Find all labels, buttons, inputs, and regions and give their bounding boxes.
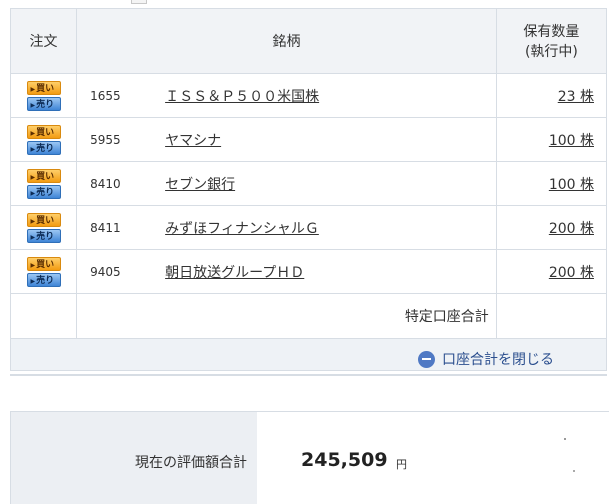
close-account-total-button[interactable]: 口座合計を閉じる bbox=[418, 349, 554, 369]
name-cell: 8410 セブン銀行 bbox=[76, 161, 497, 206]
scroll-tab bbox=[131, 0, 147, 4]
qty-cell: 100 株 bbox=[495, 161, 608, 206]
account-total-label: 特定口座合計 bbox=[76, 293, 497, 339]
header-order: 注文 bbox=[9, 8, 78, 74]
arrow-right-icon: ▶ bbox=[30, 145, 36, 153]
qty-cell: 100 株 bbox=[495, 117, 608, 162]
stock-name-link[interactable]: ＩＳＳ＆Ｐ５００米国株 bbox=[165, 86, 319, 106]
valuation-value: 245,509 bbox=[301, 449, 388, 471]
sell-label: 売り bbox=[36, 99, 55, 110]
arrow-right-icon: ▶ bbox=[30, 85, 36, 93]
buy-button[interactable]: ▶買い bbox=[26, 124, 61, 139]
arrow-right-icon: ▶ bbox=[30, 129, 36, 137]
name-cell: 9405 朝日放送グループＨＤ bbox=[76, 249, 497, 294]
arrow-right-icon: ▶ bbox=[30, 261, 36, 269]
header-name: 銘柄 bbox=[76, 8, 497, 74]
decorative-dot bbox=[573, 470, 575, 472]
qty-link[interactable]: 100 株 bbox=[549, 177, 594, 193]
buy-button[interactable]: ▶買い bbox=[26, 80, 61, 95]
arrow-right-icon: ▶ bbox=[30, 173, 36, 181]
name-cell: 1655 ＩＳＳ＆Ｐ５００米国株 bbox=[76, 73, 497, 118]
account-total-row: 特定口座合計 bbox=[9, 293, 608, 339]
arrow-right-icon: ▶ bbox=[30, 189, 36, 197]
stock-name-link[interactable]: セブン銀行 bbox=[165, 174, 235, 194]
qty-link[interactable]: 23 株 bbox=[558, 89, 594, 105]
order-cell: ▶買い ▶売り bbox=[9, 117, 78, 162]
top-edge bbox=[0, 0, 609, 8]
total-empty-cell bbox=[9, 293, 78, 339]
sell-button[interactable]: ▶売り bbox=[26, 272, 61, 287]
table-row: ▶買い ▶売り 8410 セブン銀行 100 株 bbox=[9, 161, 608, 206]
sell-button[interactable]: ▶売り bbox=[26, 184, 61, 199]
header-qty: 保有数量 (執行中) bbox=[495, 8, 608, 74]
qty-cell: 200 株 bbox=[495, 249, 608, 294]
decorative-dot bbox=[564, 438, 566, 440]
valuation-unit: 円 bbox=[396, 458, 407, 471]
summary-label-cell: 現在の評価額合計 bbox=[11, 412, 257, 504]
valuation-label: 現在の評価額合計 bbox=[135, 455, 247, 471]
arrow-right-icon: ▶ bbox=[30, 233, 36, 241]
table-row: ▶買い ▶売り 1655 ＩＳＳ＆Ｐ５００米国株 23 株 bbox=[9, 73, 608, 118]
stock-code: 9405 bbox=[90, 264, 121, 279]
valuation-summary: 現在の評価額合計 245,509 円 bbox=[10, 411, 609, 504]
order-cell: ▶買い ▶売り bbox=[9, 161, 78, 206]
stock-name-link[interactable]: 朝日放送グループＨＤ bbox=[165, 262, 304, 282]
name-cell: 5955 ヤマシナ bbox=[76, 117, 497, 162]
arrow-right-icon: ▶ bbox=[30, 277, 36, 285]
order-cell: ▶買い ▶売り bbox=[9, 73, 78, 118]
sell-button[interactable]: ▶売り bbox=[26, 140, 61, 155]
total-qty-cell bbox=[495, 293, 608, 339]
qty-link[interactable]: 200 株 bbox=[549, 221, 594, 237]
qty-link[interactable]: 100 株 bbox=[549, 133, 594, 149]
arrow-right-icon: ▶ bbox=[30, 101, 36, 109]
table-row: ▶買い ▶売り 5955 ヤマシナ 100 株 bbox=[9, 117, 608, 162]
close-account-total-label: 口座合計を閉じる bbox=[442, 352, 554, 368]
divider bbox=[10, 374, 607, 376]
header-qty-sub: (執行中) bbox=[524, 44, 578, 60]
qty-cell: 200 株 bbox=[495, 205, 608, 250]
buy-label: 買い bbox=[36, 83, 55, 94]
buy-button[interactable]: ▶買い bbox=[26, 212, 61, 227]
buy-label: 買い bbox=[36, 171, 55, 182]
stock-code: 1655 bbox=[90, 88, 121, 103]
sell-label: 売り bbox=[36, 275, 55, 286]
arrow-right-icon: ▶ bbox=[30, 217, 36, 225]
table-row: ▶買い ▶売り 9405 朝日放送グループＨＤ 200 株 bbox=[9, 249, 608, 294]
buy-label: 買い bbox=[36, 215, 55, 226]
name-cell: 8411 みずほフィナンシャルＧ bbox=[76, 205, 497, 250]
sell-label: 売り bbox=[36, 187, 55, 198]
holdings-table: 注文 銘柄 保有数量 (執行中) ▶買い ▶売り 1655 ＩＳＳ＆Ｐ５００米国… bbox=[9, 8, 608, 371]
qty-link[interactable]: 200 株 bbox=[549, 265, 594, 281]
sell-label: 売り bbox=[36, 143, 55, 154]
stock-code: 8411 bbox=[90, 220, 121, 235]
order-cell: ▶買い ▶売り bbox=[9, 249, 78, 294]
buy-label: 買い bbox=[36, 127, 55, 138]
stock-code: 5955 bbox=[90, 132, 121, 147]
table-row: ▶買い ▶売り 8411 みずほフィナンシャルＧ 200 株 bbox=[9, 205, 608, 250]
buy-button[interactable]: ▶買い bbox=[26, 256, 61, 271]
stock-name-link[interactable]: みずほフィナンシャルＧ bbox=[165, 218, 319, 238]
minus-circle-icon bbox=[418, 350, 435, 368]
qty-cell: 23 株 bbox=[495, 73, 608, 118]
order-cell: ▶買い ▶売り bbox=[9, 205, 78, 250]
sell-button[interactable]: ▶売り bbox=[26, 228, 61, 243]
sell-label: 売り bbox=[36, 231, 55, 242]
buy-button[interactable]: ▶買い bbox=[26, 168, 61, 183]
buy-label: 買い bbox=[36, 259, 55, 270]
stock-code: 8410 bbox=[90, 176, 121, 191]
header-qty-label: 保有数量 bbox=[523, 24, 580, 40]
stock-name-link[interactable]: ヤマシナ bbox=[165, 130, 221, 150]
sell-button[interactable]: ▶売り bbox=[26, 96, 61, 111]
